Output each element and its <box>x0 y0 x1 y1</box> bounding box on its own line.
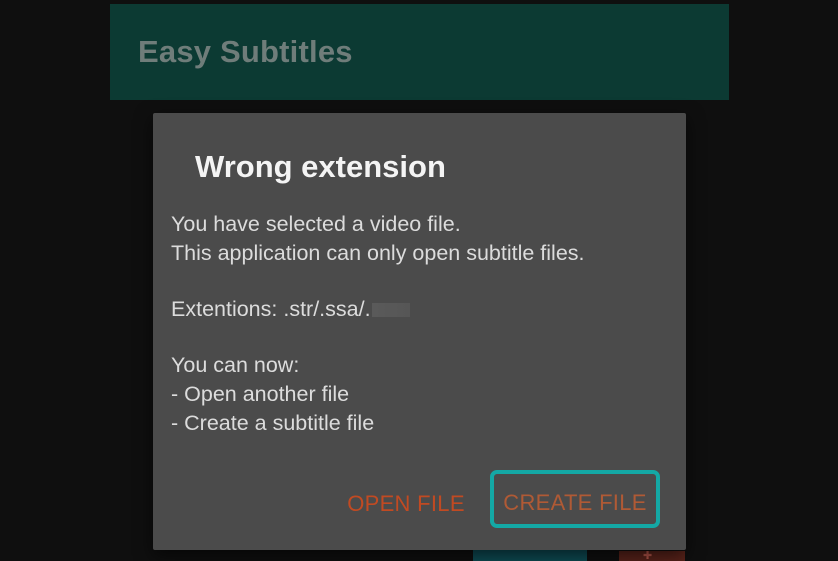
app-title: Easy Subtitles <box>138 34 353 69</box>
background-plus-icon: ✚ <box>643 550 653 561</box>
app-bar: Easy Subtitles <box>110 4 729 100</box>
option-item: - Create a subtitle file <box>171 411 375 435</box>
screen: Easy Subtitles ✚ Wrong extension You hav… <box>0 0 838 561</box>
message-line: You have selected a video file. <box>171 212 461 236</box>
dialog-message: You have selected a video file. This app… <box>171 210 671 438</box>
extensions-text: Extentions: .str/.ssa/. <box>171 297 371 321</box>
redacted-extension <box>371 303 410 318</box>
create-file-button[interactable]: CREATE FILE <box>490 470 660 528</box>
dialog-actions: OPEN FILE CREATE FILE <box>153 470 686 528</box>
background-button-strip <box>473 549 587 561</box>
dialog-title: Wrong extension <box>195 149 446 184</box>
message-line: This application can only open subtitle … <box>171 241 585 265</box>
open-file-button[interactable]: OPEN FILE <box>343 470 469 528</box>
option-item: - Open another file <box>171 382 350 406</box>
extensions-line: Extentions: .str/.ssa/. <box>171 295 671 324</box>
wrong-extension-dialog: Wrong extension You have selected a vide… <box>153 113 686 550</box>
options-intro: You can now: <box>171 353 300 377</box>
